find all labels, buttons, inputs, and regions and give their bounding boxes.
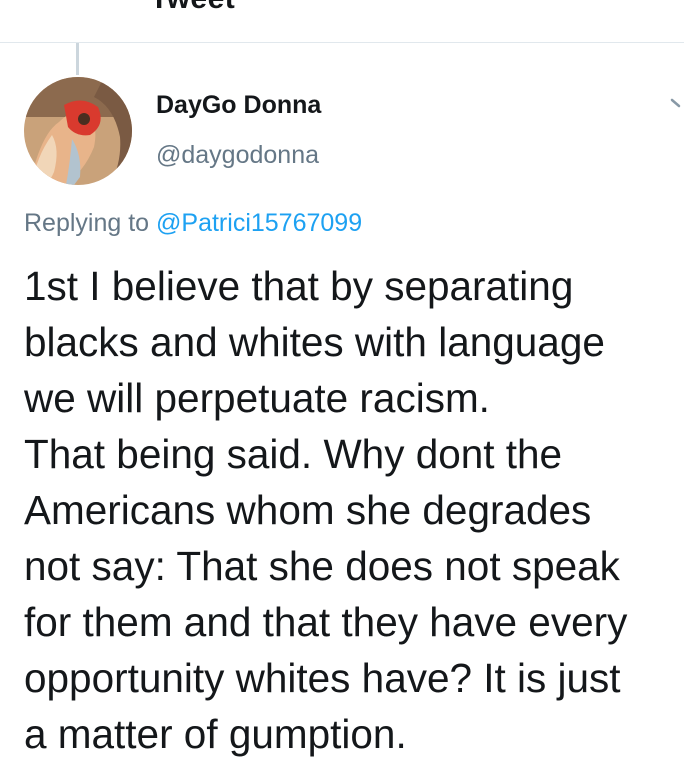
tweet-body: 1st I believe that by separating blacks …: [24, 258, 674, 762]
tweet-text-line: not say: That she does not speak: [24, 543, 620, 589]
back-arrow-icon[interactable]: [36, 0, 58, 8]
tweet-text-line: we will perpetuate racism.: [24, 375, 490, 421]
top-bar: Tweet: [0, 0, 684, 43]
avatar[interactable]: [24, 77, 132, 185]
tweet-text-line: a matter of gumption.: [24, 711, 407, 757]
tweet-text-line: for them and that they have every: [24, 599, 628, 645]
author-handle[interactable]: @daygodonna: [156, 141, 319, 170]
replying-to-label: Replying to: [24, 209, 157, 237]
replying-to-line: Replying to @Patrici15767099: [24, 209, 362, 238]
tweet-text-line: That being said. Why dont the: [24, 431, 563, 477]
tweet-text-line: opportunity whites have? It is just: [24, 655, 621, 701]
tweet-text-line: blacks and whites with language: [24, 319, 605, 365]
author-display-name[interactable]: DayGo Donna: [156, 91, 321, 120]
avatar-image: [24, 77, 132, 185]
tweet-text-line: Americans whom she degrades: [24, 487, 592, 533]
thread-connector-line: [76, 43, 79, 75]
replying-to-mention-link[interactable]: @Patrici15767099: [156, 209, 362, 237]
chevron-down-icon[interactable]: [670, 96, 684, 114]
tweet-text-line: 1st I believe that by separating: [24, 263, 574, 309]
page-title: Tweet: [150, 0, 235, 16]
